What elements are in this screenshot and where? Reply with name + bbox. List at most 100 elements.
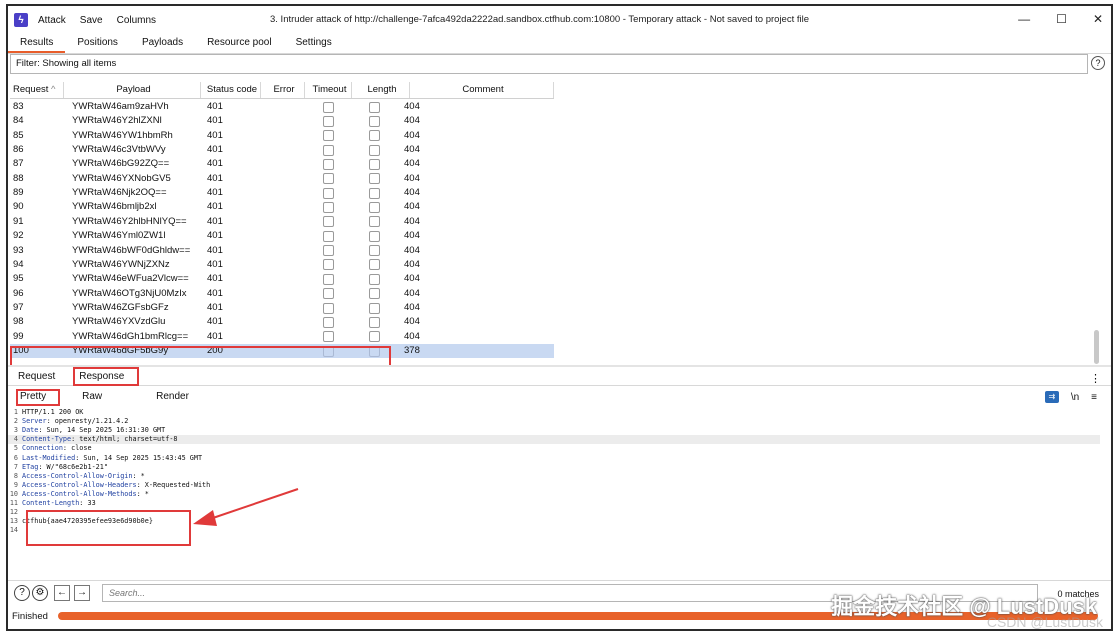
timeout-checkbox[interactable]	[368, 216, 380, 228]
error-checkbox[interactable]	[323, 288, 334, 300]
table-row[interactable]: 97 YWRtaW46ZGFsbGFz 401 404	[10, 301, 1100, 315]
pane-divider[interactable]	[8, 365, 1111, 367]
col-error[interactable]: Error	[261, 82, 305, 98]
table-row[interactable]: 95 YWRtaW46eWFua2Vlcw== 401 404	[10, 272, 1100, 286]
tab-settings[interactable]: Settings	[284, 34, 344, 53]
error-checkbox[interactable]	[323, 130, 334, 142]
col-status-code[interactable]: Status code	[201, 82, 261, 98]
highlight-pretty-tab	[16, 389, 60, 406]
table-row[interactable]: 84 YWRtaW46Y2hlZXNl 401 404	[10, 114, 1100, 128]
timeout-checkbox[interactable]	[368, 316, 380, 328]
table-row[interactable]: 87 YWRtaW46bG92ZQ== 401 404	[10, 157, 1100, 171]
timeout-checkbox[interactable]	[368, 187, 380, 199]
table-row[interactable]: 89 YWRtaW46Njk2OQ== 401 404	[10, 186, 1100, 200]
table-row[interactable]: 85 YWRtaW46YW1hbmRh 401 404	[10, 129, 1100, 143]
timeout-checkbox[interactable]	[368, 173, 380, 185]
cell-payload: YWRtaW46Yml0ZW1l	[72, 230, 166, 242]
error-checkbox[interactable]	[323, 230, 334, 242]
cell-status: 401	[207, 273, 223, 285]
table-row[interactable]: 98 YWRtaW46YXVzdGlu 401 404	[10, 315, 1100, 329]
table-row[interactable]: 88 YWRtaW46YXNobGV5 401 404	[10, 172, 1100, 186]
table-row[interactable]: 99 YWRtaW46dGh1bmRlcg== 401 404	[10, 330, 1100, 344]
word-wrap-icon[interactable]: ⇉	[1044, 391, 1059, 403]
line-number: 6	[13, 453, 18, 462]
error-checkbox[interactable]	[323, 187, 334, 199]
cell-error	[305, 258, 349, 272]
tab-render[interactable]: Render	[156, 389, 189, 406]
timeout-checkbox[interactable]	[368, 101, 380, 113]
timeout-checkbox[interactable]	[368, 273, 380, 285]
tab-results[interactable]: Results	[8, 34, 66, 53]
code-line: 7 ETag: W/"68c6e2b1-21"	[8, 463, 1100, 472]
maximize-icon[interactable]: ☐	[1056, 12, 1067, 26]
menu-icon[interactable]: ≡	[1091, 392, 1097, 403]
header-value: : *	[136, 489, 149, 498]
error-checkbox[interactable]	[323, 202, 334, 214]
col-timeout[interactable]: Timeout	[305, 82, 352, 98]
tab-positions[interactable]: Positions	[65, 34, 130, 53]
code-line: 5 Connection: close	[8, 444, 1100, 453]
cell-error	[305, 229, 349, 243]
cell-timeout	[349, 129, 396, 143]
table-row[interactable]: 93 YWRtaW46bWF0dGhldw== 401 404	[10, 244, 1100, 258]
timeout-checkbox[interactable]	[368, 288, 380, 300]
error-checkbox[interactable]	[323, 273, 334, 285]
more-options-icon[interactable]: ⋮	[1090, 372, 1101, 385]
menu-attack[interactable]: Attack	[38, 15, 66, 26]
response-editor[interactable]: 1 HTTP/1.1 200 OK 2 Server: openresty/1.21.…	[8, 408, 1100, 578]
error-checkbox[interactable]	[323, 101, 334, 113]
newline-toggle-icon[interactable]: \n	[1071, 392, 1079, 403]
error-checkbox[interactable]	[323, 159, 334, 171]
col-comment[interactable]: Comment	[410, 82, 554, 98]
timeout-checkbox[interactable]	[368, 202, 380, 214]
col-length[interactable]: Length	[352, 82, 410, 98]
table-scrollbar[interactable]	[1092, 100, 1100, 364]
minimize-icon[interactable]: —	[1018, 12, 1030, 26]
table-row[interactable]: 90 YWRtaW46bmljb2xl 401 404	[10, 200, 1100, 214]
previous-match-icon[interactable]: ←	[54, 585, 70, 601]
timeout-checkbox[interactable]	[368, 159, 380, 171]
table-row[interactable]: 94 YWRtaW46YWNjZXNz 401 404	[10, 258, 1100, 272]
table-row[interactable]: 86 YWRtaW46c3VtbWVy 401 404	[10, 143, 1100, 157]
error-checkbox[interactable]	[323, 245, 334, 257]
help-icon[interactable]: ?	[1091, 56, 1105, 70]
timeout-checkbox[interactable]	[368, 230, 380, 242]
menu-columns[interactable]: Columns	[117, 15, 156, 26]
timeout-checkbox[interactable]	[368, 331, 380, 343]
timeout-checkbox[interactable]	[368, 259, 380, 271]
timeout-checkbox[interactable]	[368, 302, 380, 314]
col-request[interactable]: Request ^	[10, 82, 64, 98]
error-checkbox[interactable]	[323, 302, 334, 314]
error-checkbox[interactable]	[323, 144, 334, 156]
table-row[interactable]: 91 YWRtaW46Y2hlbHNlYQ== 401 404	[10, 215, 1100, 229]
error-checkbox[interactable]	[323, 173, 334, 185]
close-icon[interactable]: ✕	[1093, 12, 1103, 26]
cell-status: 401	[207, 172, 223, 184]
line-number: 3	[13, 426, 18, 435]
timeout-checkbox[interactable]	[368, 115, 380, 127]
error-checkbox[interactable]	[323, 331, 334, 343]
timeout-checkbox[interactable]	[368, 245, 380, 257]
filter-bar[interactable]: Filter: Showing all items	[10, 54, 1088, 74]
next-match-icon[interactable]: →	[74, 585, 90, 601]
error-checkbox[interactable]	[323, 115, 334, 127]
tab-resource-pool[interactable]: Resource pool	[195, 34, 283, 53]
error-checkbox[interactable]	[323, 259, 334, 271]
table-row[interactable]: 83 YWRtaW46am9zaHVh 401 404	[10, 100, 1100, 114]
error-checkbox[interactable]	[323, 316, 334, 328]
menu-save[interactable]: Save	[80, 15, 103, 26]
scrollbar-thumb[interactable]	[1094, 330, 1099, 364]
tab-raw[interactable]: Raw	[82, 389, 102, 406]
help-icon[interactable]: ?	[14, 585, 30, 601]
table-row[interactable]: 96 YWRtaW46OTg3NjU0MzIx 401 404	[10, 287, 1100, 301]
timeout-checkbox[interactable]	[368, 130, 380, 142]
timeout-checkbox[interactable]	[368, 144, 380, 156]
col-payload[interactable]: Payload	[64, 82, 201, 98]
tab-payloads[interactable]: Payloads	[130, 34, 195, 53]
tab-request[interactable]: Request	[8, 368, 65, 385]
error-checkbox[interactable]	[323, 216, 334, 228]
cell-request: 86	[13, 144, 24, 156]
settings-icon[interactable]: ⚙	[32, 585, 48, 601]
cell-payload: YWRtaW46YW1hbmRh	[72, 129, 173, 141]
table-row[interactable]: 92 YWRtaW46Yml0ZW1l 401 404	[10, 229, 1100, 243]
